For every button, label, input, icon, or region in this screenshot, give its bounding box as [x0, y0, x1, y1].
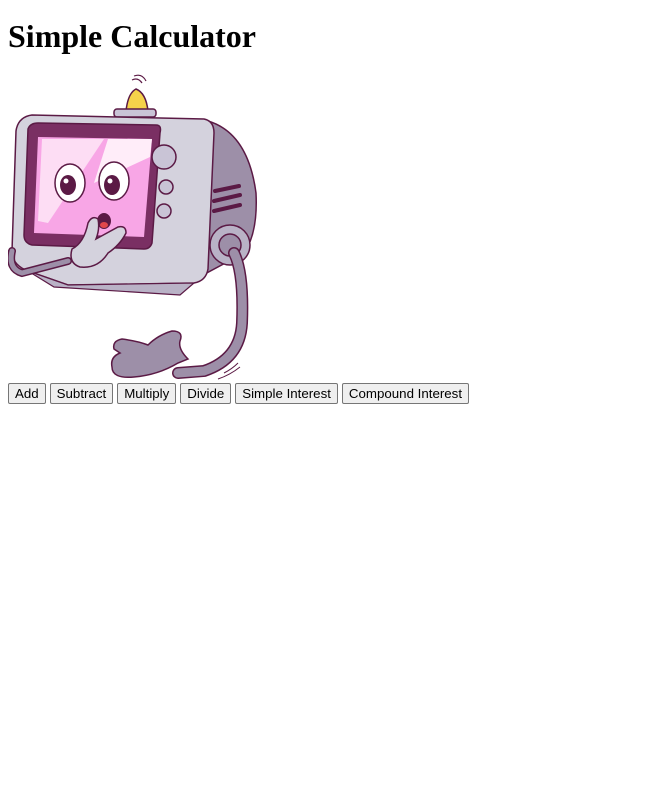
compound-interest-button[interactable]: Compound Interest: [341, 382, 470, 404]
divide-button[interactable]: Divide: [180, 382, 232, 404]
operation-buttons: Add Subtract Multiply Divide Simple Inte…: [8, 382, 642, 404]
alarm-bell-icon: [113, 74, 157, 118]
page-title: Simple Calculator: [8, 18, 256, 54]
subtract-button[interactable]: Subtract: [49, 382, 114, 404]
add-button[interactable]: Add: [8, 382, 46, 404]
simple-interest-button[interactable]: Simple Interest: [235, 382, 338, 404]
multiply-button[interactable]: Multiply: [117, 382, 177, 404]
calculator-robot-illustration: [8, 74, 257, 380]
